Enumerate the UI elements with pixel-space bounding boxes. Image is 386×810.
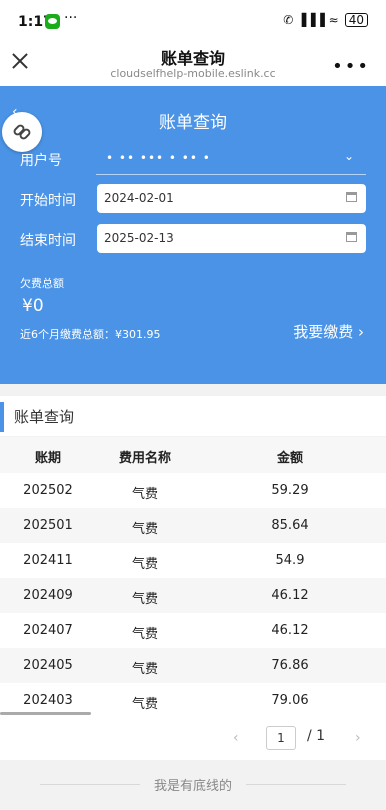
browser-title-bar: 账单查询 cloudselfhelp-mobile.eslink.cc •••: [0, 40, 386, 86]
more-menu-icon[interactable]: •••: [332, 56, 370, 77]
query-form-panel: ‹ 账单查询 用户号 • •• ••• • •• • ⌄ 开始时间 2024-0…: [0, 86, 386, 384]
signal-wifi-icons: ✆ ▐▐▐ ≈: [283, 13, 339, 27]
cell-amount: 59.29: [271, 483, 309, 498]
calendar-icon: [346, 232, 357, 242]
end-date-value: 2025-02-13: [104, 231, 174, 245]
page-number-input[interactable]: 1: [266, 726, 296, 750]
cell-period: 202409: [23, 588, 73, 603]
cell-amount: 85.64: [271, 518, 309, 533]
start-date-value: 2024-02-01: [104, 191, 174, 205]
start-date-input[interactable]: 2024-02-01: [97, 184, 366, 213]
battery-icon: 40: [344, 13, 368, 27]
table-row: 202407 气费 46.12: [0, 613, 386, 648]
cell-amount: 46.12: [271, 623, 309, 638]
start-label: 开始时间: [20, 193, 76, 209]
divider: [246, 784, 346, 785]
end-date-input[interactable]: 2025-02-13: [97, 224, 366, 253]
cell-period: 202405: [23, 658, 73, 673]
end-label: 结束时间: [20, 233, 76, 249]
prev-page-icon[interactable]: ‹: [233, 730, 239, 746]
cell-amount: 46.12: [271, 588, 309, 603]
cell-fee-name: 气费: [131, 662, 158, 677]
page-total: / 1: [307, 728, 326, 744]
cell-amount: 76.86: [271, 658, 309, 673]
arrears-label: 欠费总额: [20, 277, 64, 290]
footer: 我是有底线的: [0, 760, 386, 810]
wechat-icon: [45, 14, 60, 29]
arrears-value: ¥0: [22, 296, 44, 316]
link-button[interactable]: [2, 112, 42, 152]
cell-fee-name: 气费: [131, 487, 158, 502]
link-icon: [13, 124, 31, 140]
cell-period: 202502: [23, 483, 73, 498]
user-select[interactable]: • •• ••• • •• • ⌄: [96, 146, 366, 175]
next-page-icon[interactable]: ›: [355, 730, 361, 746]
header-fee-name: 费用名称: [118, 451, 171, 466]
calendar-icon: [346, 192, 357, 202]
table-header: 账期 费用名称 金额: [0, 437, 386, 473]
pay-button-label: 我要缴费: [293, 323, 354, 341]
section-accent-bar: [0, 402, 4, 432]
header-amount: 金额: [276, 451, 303, 466]
window-domain: cloudselfhelp-mobile.eslink.cc: [110, 67, 276, 80]
section-title: 账单查询: [14, 408, 75, 426]
cell-period: 202407: [23, 623, 73, 638]
cell-period: 202403: [23, 693, 73, 708]
table-row: 202405 气费 76.86: [0, 648, 386, 683]
pay-button[interactable]: 我要缴费 ›: [293, 321, 364, 342]
cell-amount: 54.9: [275, 553, 305, 568]
cell-fee-name: 气费: [131, 557, 158, 572]
horizontal-scrollbar[interactable]: [0, 712, 91, 715]
window-title: 账单查询: [160, 49, 225, 68]
header-period: 账期: [34, 451, 61, 466]
bill-section-header: 账单查询: [0, 396, 386, 436]
table-row: 202502 气费 59.29: [0, 473, 386, 508]
user-label: 用户号: [20, 153, 62, 169]
form-heading: 账单查询: [159, 113, 227, 133]
cell-fee-name: 气费: [131, 592, 158, 607]
pagination: ‹ 1 / 1 ›: [0, 720, 386, 760]
cell-fee-name: 气费: [131, 697, 158, 712]
cell-period: 202501: [23, 518, 73, 533]
status-bar: 1:17 ··· ✆ ▐▐▐ ≈ 40: [0, 0, 386, 40]
more-notifications-icon: ···: [64, 10, 78, 26]
chevron-right-icon: ›: [358, 323, 364, 341]
cell-period: 202411: [23, 553, 73, 568]
table-row: 202409 气费 46.12: [0, 578, 386, 613]
cell-fee-name: 气费: [131, 627, 158, 642]
table-row: 202411 气费 54.9: [0, 543, 386, 578]
six-month-total: 近6个月缴费总额：¥301.95: [20, 328, 161, 341]
user-value: • •• ••• • •• •: [106, 151, 211, 165]
cell-amount: 79.06: [271, 693, 309, 708]
table-row: 202501 气费 85.64: [0, 508, 386, 543]
chevron-down-icon: ⌄: [343, 149, 354, 163]
cell-fee-name: 气费: [131, 522, 158, 537]
status-icons: ✆ ▐▐▐ ≈ 40: [283, 13, 368, 27]
bill-table: 账期 费用名称 金额 202502 气费 59.29 202501 气费 85.…: [0, 437, 386, 737]
